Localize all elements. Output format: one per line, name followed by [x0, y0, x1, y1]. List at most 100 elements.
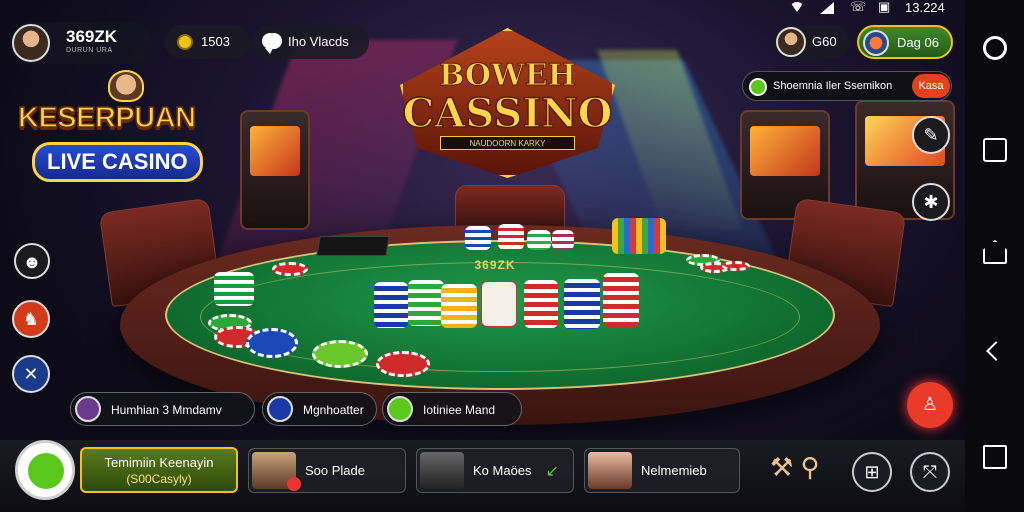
slot-machine — [240, 110, 310, 230]
shuffle-button[interactable]: ⤧ — [910, 452, 950, 492]
player-icon: ♙ — [921, 394, 939, 414]
right-navigation — [965, 0, 1024, 512]
chip-stack — [524, 280, 558, 328]
avatar — [776, 27, 806, 57]
mascot-icon — [108, 70, 144, 102]
signal-icon — [820, 2, 834, 14]
logo-left-line1: KESERPUAN — [17, 101, 197, 135]
feature-line1: Temimiin Keenayin — [104, 455, 214, 470]
game-tag[interactable]: Iotiniee Mand — [382, 392, 522, 426]
card-thumbnail — [420, 452, 464, 489]
chip — [272, 262, 308, 276]
friend-button[interactable]: G60 — [774, 25, 849, 59]
card-label: Nelmemieb — [641, 463, 707, 478]
card-shoe — [316, 236, 390, 256]
chip-stack — [481, 281, 517, 327]
brand-logo-left: KESERPUAN LIVE CASINO — [17, 70, 228, 190]
window-icon[interactable] — [983, 138, 1007, 162]
tools-icon[interactable]: ⚒ ⚲ — [770, 452, 840, 492]
edit-button[interactable]: ✎ — [912, 116, 950, 154]
daily-reward-icon — [863, 30, 889, 56]
play-button[interactable]: ♙ — [907, 382, 953, 428]
bottom-card[interactable]: Ko Maöes ↙ — [416, 448, 574, 493]
gear-icon: ✱ — [923, 192, 939, 212]
brand-logo-main: BOWEH CASSINO NAUDOORN KARKY — [380, 28, 635, 178]
profile-subtitle: DURUN URA — [66, 47, 113, 54]
daily-reward-button[interactable]: Dag 06 — [857, 25, 953, 59]
coin-value: 1503 — [201, 34, 230, 49]
bottom-card[interactable]: Soo Plade — [248, 448, 406, 493]
home-button[interactable] — [15, 440, 75, 500]
pet-button[interactable]: ♞ — [12, 300, 50, 338]
status-icons: ☏ ▣ — [790, 0, 900, 16]
chip-stack — [603, 273, 639, 327]
feature-button[interactable]: Temimiin Keenayin (S00Casyly) — [80, 447, 238, 493]
home-icon[interactable] — [983, 240, 1007, 264]
promo-button[interactable]: Kasa — [912, 74, 950, 98]
chip — [722, 261, 750, 271]
back-icon[interactable] — [983, 340, 1007, 364]
chip-stack — [552, 230, 574, 250]
game-tag-icon — [387, 396, 413, 422]
grid-icon: ⊞ — [864, 462, 880, 482]
coin-balance[interactable]: 1503 — [165, 25, 250, 59]
chip — [312, 340, 368, 368]
game-tag[interactable]: Mgnhoatter — [262, 392, 377, 426]
arrow-icon: ↙ — [545, 463, 559, 480]
chip — [376, 351, 430, 377]
avatar — [12, 24, 50, 62]
logo-main-tagline: NAUDOORN KARKY — [440, 136, 575, 150]
feature-line2: (S00Casyly) — [126, 472, 192, 486]
battery-icon: ▣ — [878, 0, 891, 14]
promo-text: Shoemnia Iler Ssemikon — [773, 80, 893, 92]
promo-icon — [749, 78, 767, 96]
recents-icon[interactable] — [983, 445, 1007, 469]
table-brand: 369ZK — [474, 258, 516, 272]
profile-name: 369ZK — [66, 27, 118, 46]
chip-stack — [374, 282, 408, 328]
card-thumbnail — [588, 452, 632, 489]
chip — [246, 328, 298, 358]
grid-button[interactable]: ⊞ — [852, 452, 892, 492]
game-tag-label: Mgnhoatter — [303, 403, 364, 417]
sword-button[interactable]: ✕ — [12, 355, 50, 393]
shuffle-icon: ⤧ — [922, 462, 938, 482]
chat-button[interactable]: Iho Vlacds — [252, 25, 369, 59]
chip-stack — [498, 224, 524, 250]
chip-stack — [564, 279, 600, 329]
chip-stack — [527, 230, 551, 250]
wifi-icon — [790, 2, 804, 12]
logo-left-line2: LIVE CASINO — [32, 142, 203, 182]
status-time: 13.224 — [905, 0, 945, 15]
sword-icon: ✕ — [23, 364, 39, 384]
chip-stack — [612, 218, 666, 254]
game-tag-icon — [75, 396, 101, 422]
game-tag[interactable]: Humhian 3 Mmdamv — [70, 392, 255, 426]
daily-label: Dag 06 — [897, 35, 939, 50]
promo-banner[interactable]: Shoemnia Iler Ssemikon Kasa — [742, 71, 952, 101]
chip-stack — [214, 272, 254, 306]
game-tag-label: Iotiniee Mand — [423, 403, 496, 417]
alarm-icon: ☏ — [850, 0, 867, 14]
mask-button[interactable]: ☻ — [14, 243, 50, 279]
logo-main-line2: CASSINO — [402, 89, 613, 138]
logo-main-line1: BOWEH — [439, 58, 577, 94]
refresh-icon[interactable] — [983, 36, 1007, 60]
chat-bubble-icon — [262, 33, 282, 54]
chat-label: Iho Vlacds — [288, 34, 349, 49]
coin-icon — [177, 34, 193, 50]
chip-stack — [441, 284, 477, 328]
chip-stack — [465, 226, 491, 250]
pencil-icon: ✎ — [923, 125, 939, 145]
bottom-card[interactable]: Nelmemieb — [584, 448, 740, 493]
chip-stack — [408, 280, 444, 326]
game-tag-icon — [267, 396, 293, 422]
pet-icon: ♞ — [22, 309, 40, 329]
settings-button[interactable]: ✱ — [912, 183, 950, 221]
friend-label: G60 — [812, 34, 837, 49]
notification-badge — [287, 477, 301, 491]
profile-badge[interactable]: 369ZK DURUN URA — [10, 22, 152, 64]
dragon-icon — [28, 453, 64, 489]
card-label: Ko Maöes — [473, 463, 532, 478]
card-label: Soo Plade — [305, 463, 365, 478]
